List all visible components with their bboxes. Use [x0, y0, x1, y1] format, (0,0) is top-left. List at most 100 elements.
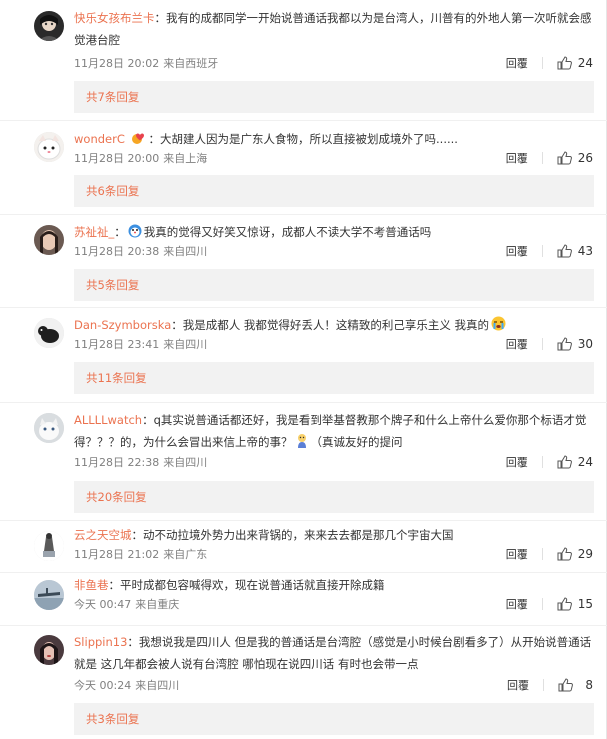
comment-text: 动不动拉境外势力出来背锅的，来来去去都是那几个宇宙大国: [143, 528, 454, 542]
comment-text-continued: （真诚友好的提问: [310, 435, 403, 449]
avatar[interactable]: [34, 225, 64, 255]
view-replies-button[interactable]: 共3条回复: [74, 703, 594, 735]
avatar[interactable]: [34, 580, 64, 610]
comment-time: 今天 00:24: [74, 679, 132, 692]
comment-meta: 今天 00:24 来自四川: [74, 677, 183, 693]
divider: [541, 548, 543, 560]
comment-text: 我是成都人 我都觉得好丢人！这精致的利己享乐主义 我真的: [182, 318, 490, 332]
heart-badge-icon: [131, 133, 144, 144]
avatar[interactable]: [34, 11, 64, 41]
comment-location: 来自四川: [163, 245, 208, 258]
comment-meta: 11月28日 20:00 来自上海: [74, 150, 211, 166]
like-count: 26: [577, 151, 593, 165]
like-button[interactable]: 24: [557, 56, 593, 70]
thumb-up-icon: [557, 337, 572, 351]
reply-button[interactable]: 回覆: [506, 55, 528, 71]
comment-time: 11月28日 22:38: [74, 456, 160, 469]
username[interactable]: ALLLLwatch: [74, 413, 142, 427]
comment-time: 11月28日 20:02: [74, 57, 160, 70]
like-count: 29: [577, 547, 593, 561]
username[interactable]: Dan-Szymborska: [74, 318, 171, 332]
username[interactable]: Slippin13: [74, 635, 127, 649]
comment-location: 来自四川: [163, 456, 208, 469]
like-count: 8: [585, 678, 593, 692]
divider: [541, 456, 543, 468]
comment-meta: 11月28日 21:02 来自广东: [74, 546, 211, 562]
divider: [541, 338, 543, 350]
comment-item: wonderC ：大胡建人因为是广东人食物，所以直接被划成境外了吗...... …: [0, 121, 607, 215]
avatar[interactable]: [34, 531, 64, 561]
username[interactable]: wonderC: [74, 132, 125, 146]
like-count: 15: [577, 597, 593, 611]
thumb-up-icon: [557, 56, 572, 70]
comment-item: 云之天空城：动不动拉境外势力出来背锅的，来来去去都是那几个宇宙大国 11月28日…: [0, 521, 607, 573]
username[interactable]: 非鱼巷: [74, 578, 109, 592]
reply-button[interactable]: 回覆: [506, 596, 528, 612]
username[interactable]: 云之天空城: [74, 528, 132, 542]
avatar[interactable]: [34, 413, 64, 443]
comment-body: ALLLLwatch：q其实说普通话都还好，我是看到举基督教那个牌子和什么上帝什…: [74, 413, 587, 449]
reply-button[interactable]: 回覆: [506, 546, 528, 562]
view-replies-button[interactable]: 共5条回复: [74, 269, 594, 301]
comment-actions: 回覆 26: [506, 150, 593, 166]
comment-body: 快乐女孩布兰卡：我有的成都同学一开始说普通话我都以为是台湾人，川普有的外地人第一…: [74, 11, 592, 47]
thinking-emoji-icon: [297, 434, 306, 448]
like-button[interactable]: 43: [557, 244, 593, 258]
thumb-up-icon: [558, 678, 573, 692]
comment-location: 来自重庆: [135, 598, 180, 611]
thumb-up-icon: [557, 244, 572, 258]
like-button[interactable]: 15: [557, 597, 593, 611]
comment-body: 苏祉祉_： 我真的觉得又好笑又惊讶，成都人不读大学不考普通话吗: [74, 224, 432, 239]
comment-body: Slippin13：我想说我是四川人 但是我的普通话是台湾腔（感觉是小时候台剧看…: [74, 635, 592, 671]
comment-actions: 回覆 15: [506, 596, 593, 612]
view-replies-button[interactable]: 共7条回复: [74, 81, 594, 113]
comment-meta: 今天 00:47 来自重庆: [74, 596, 183, 612]
comment-text: 我真的觉得又好笑又惊讶，成都人不读大学不考普通话吗: [143, 225, 432, 239]
reply-button[interactable]: 回覆: [506, 454, 528, 470]
divider: [541, 245, 543, 257]
comment-actions: 回覆 24: [506, 55, 593, 71]
comment-location: 来自广东: [163, 548, 208, 561]
like-button[interactable]: 30: [557, 337, 593, 351]
comment-item: Dan-Szymborska：我是成都人 我都觉得好丢人！这精致的利己享乐主义 …: [0, 308, 607, 403]
comment-body: 云之天空城：动不动拉境外势力出来背锅的，来来去去都是那几个宇宙大国: [74, 528, 454, 542]
laugh-emoji-icon: [128, 224, 142, 238]
comment-text: 平时成都包容喊得欢，现在说普通话就直接开除成籍: [120, 578, 385, 592]
comment-time: 11月28日 21:02: [74, 548, 160, 561]
view-replies-button[interactable]: 共6条回复: [74, 175, 594, 207]
view-replies-button[interactable]: 共20条回复: [74, 481, 594, 513]
reply-button[interactable]: 回覆: [506, 150, 528, 166]
comment-location: 来自四川: [163, 338, 208, 351]
username[interactable]: 苏祉祉_: [74, 225, 114, 239]
like-button[interactable]: 26: [557, 151, 593, 165]
comment-location: 来自上海: [163, 152, 208, 165]
view-replies-button[interactable]: 共11条回复: [74, 362, 594, 394]
comment-list: 快乐女孩布兰卡：我有的成都同学一开始说普通话我都以为是台湾人，川普有的外地人第一…: [0, 0, 607, 739]
cry-emoji-icon: [491, 316, 506, 331]
username[interactable]: 快乐女孩布兰卡: [74, 11, 155, 25]
comment-location: 来自西班牙: [163, 57, 219, 70]
like-count: 43: [577, 244, 593, 258]
like-button[interactable]: 8: [558, 678, 593, 692]
comment-meta: 11月28日 20:02 来自西班牙: [74, 55, 222, 71]
comment-actions: 回覆 29: [506, 546, 593, 562]
comment-location: 来自四川: [135, 679, 180, 692]
divider: [541, 57, 543, 69]
comment-meta: 11月28日 20:38 来自四川: [74, 243, 211, 259]
avatar[interactable]: [34, 635, 64, 665]
divider: [543, 679, 544, 691]
like-button[interactable]: 29: [557, 547, 593, 561]
comment-actions: 回覆 43: [506, 243, 593, 259]
comment-meta: 11月28日 22:38 来自四川: [74, 454, 211, 470]
reply-button[interactable]: 回覆: [506, 336, 528, 352]
comment-item: 苏祉祉_： 我真的觉得又好笑又惊讶，成都人不读大学不考普通话吗 11月28日 20…: [0, 215, 607, 308]
reply-button[interactable]: 回覆: [506, 243, 528, 259]
reply-button[interactable]: 回覆: [507, 677, 529, 693]
like-button[interactable]: 24: [557, 455, 593, 469]
thumb-up-icon: [557, 151, 572, 165]
comment-time: 11月28日 20:38: [74, 245, 160, 258]
avatar[interactable]: [34, 318, 64, 348]
comment-text: 我想说我是四川人 但是我的普通话是台湾腔（感觉是小时候台剧看多了）从开始说普通话…: [74, 635, 592, 671]
like-count: 24: [577, 455, 593, 469]
avatar[interactable]: [34, 132, 64, 162]
